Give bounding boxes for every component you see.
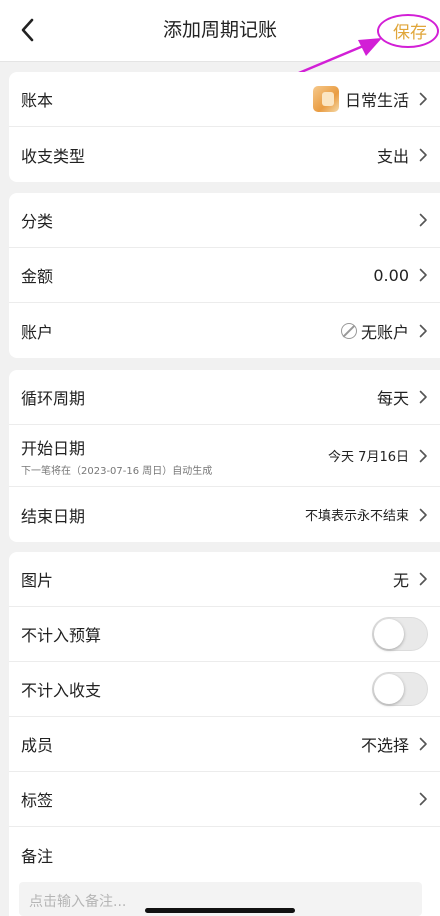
slash-circle-icon bbox=[340, 322, 357, 339]
row-cycle[interactable]: 循环周期 每天 bbox=[9, 370, 440, 425]
notebook-icon bbox=[312, 86, 339, 112]
type-label: 收支类型 bbox=[21, 146, 86, 166]
chevron-right-icon bbox=[419, 737, 427, 751]
image-value: 无 bbox=[392, 571, 409, 590]
chevron-right-icon bbox=[419, 268, 427, 282]
book-group: 账本 日常生活 收支类型 支出 bbox=[9, 72, 440, 182]
row-book[interactable]: 账本 日常生活 bbox=[9, 72, 440, 127]
tag-label: 标签 bbox=[21, 791, 54, 810]
start-date-hint: 下一笔将在（2023-07-16 周日）自动生成 bbox=[21, 466, 213, 477]
extra-group: 图片 无 不计入预算 不计入收支 成员 不选择 标签 备注 bbox=[9, 552, 440, 916]
row-account[interactable]: 账户 无账户 bbox=[9, 303, 440, 358]
row-tag[interactable]: 标签 bbox=[9, 772, 440, 827]
chevron-right-icon bbox=[419, 449, 427, 462]
row-member[interactable]: 成员 不选择 bbox=[9, 717, 440, 772]
exclude-income-toggle[interactable] bbox=[372, 672, 428, 706]
start-date-label: 开始日期 bbox=[21, 439, 86, 458]
amount-label: 金额 bbox=[21, 267, 54, 286]
cycle-group: 循环周期 每天 开始日期 下一笔将在（2023-07-16 周日）自动生成 今天… bbox=[9, 370, 440, 542]
account-value: 无账户 bbox=[360, 322, 409, 342]
row-remark: 备注 bbox=[9, 827, 440, 882]
book-value: 日常生活 bbox=[344, 91, 409, 110]
annotation-circle bbox=[377, 14, 439, 48]
chevron-right-icon bbox=[419, 792, 427, 806]
amount-group: 分类 金额 0.00 账户 无账户 bbox=[9, 193, 440, 358]
image-label: 图片 bbox=[21, 571, 54, 590]
cycle-label: 循环周期 bbox=[21, 389, 86, 408]
member-label: 成员 bbox=[21, 736, 54, 755]
remark-label: 备注 bbox=[21, 846, 54, 866]
account-label: 账户 bbox=[21, 322, 54, 342]
book-label: 账本 bbox=[21, 91, 54, 110]
home-indicator bbox=[145, 908, 295, 913]
chevron-right-icon bbox=[419, 390, 427, 404]
toggle-knob bbox=[374, 674, 404, 704]
row-amount[interactable]: 金额 0.00 bbox=[9, 248, 440, 303]
chevron-right-icon bbox=[419, 508, 427, 521]
row-exclude-budget: 不计入预算 bbox=[9, 607, 440, 662]
row-type[interactable]: 收支类型 支出 bbox=[9, 127, 440, 182]
amount-value: 0.00 bbox=[373, 265, 409, 285]
exclude-budget-toggle[interactable] bbox=[372, 617, 428, 651]
top-bar: 添加周期记账 保存 bbox=[0, 0, 440, 62]
chevron-right-icon bbox=[419, 324, 427, 337]
type-value: 支出 bbox=[376, 146, 409, 166]
start-date-value: 今天 7月16日 bbox=[328, 450, 409, 465]
exclude-budget-label: 不计入预算 bbox=[21, 626, 102, 645]
row-exclude-income: 不计入收支 bbox=[9, 662, 440, 717]
row-end-date[interactable]: 结束日期 不填表示永不结束 bbox=[9, 487, 440, 542]
end-date-value: 不填表示永不结束 bbox=[304, 509, 409, 524]
row-category[interactable]: 分类 bbox=[9, 193, 440, 248]
toggle-knob bbox=[374, 619, 404, 649]
page-title: 添加周期记账 bbox=[162, 19, 277, 41]
chevron-right-icon bbox=[419, 148, 427, 161]
row-start-date[interactable]: 开始日期 下一笔将在（2023-07-16 周日）自动生成 今天 7月16日 bbox=[9, 425, 440, 487]
cycle-value: 每天 bbox=[376, 389, 409, 408]
exclude-income-label: 不计入收支 bbox=[21, 681, 102, 700]
category-label: 分类 bbox=[21, 212, 54, 231]
chevron-right-icon bbox=[419, 572, 427, 586]
end-date-label: 结束日期 bbox=[21, 506, 86, 526]
chevron-right-icon bbox=[419, 213, 427, 227]
member-value: 不选择 bbox=[360, 736, 409, 755]
row-image[interactable]: 图片 无 bbox=[9, 552, 440, 607]
chevron-right-icon bbox=[419, 92, 427, 106]
